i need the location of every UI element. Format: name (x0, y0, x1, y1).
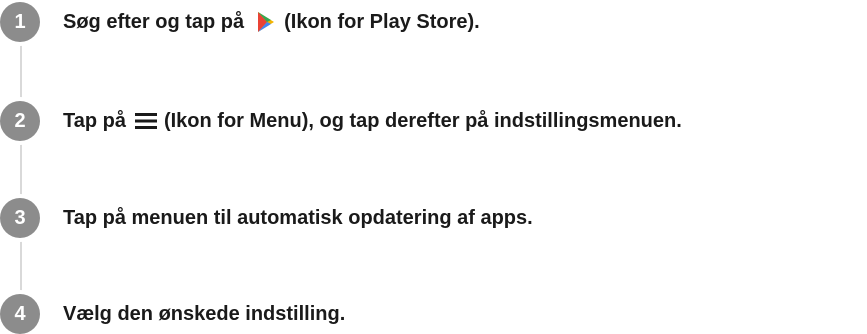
play-store-icon (253, 10, 277, 34)
step-4-text: Vælg den ønskede indstilling. (63, 302, 346, 325)
step-1-text-before-icon: Søg efter og tap på (63, 10, 245, 33)
step-1-text-after-icon: (Ikon for Play Store). (284, 10, 480, 33)
step-3-text: Tap på menuen til automatisk opdatering … (63, 206, 533, 229)
step-number-badge: 4 (0, 294, 40, 334)
step-3: 3 Tap på menuen til automatisk opdaterin… (0, 198, 533, 238)
step-1-text: Søg efter og tap på (Ikon for Play Store… (63, 10, 480, 34)
step-1: 1 Søg efter og tap på (Ikon for Play Sto… (0, 2, 480, 42)
step-2-text: Tap på (Ikon for Menu), og tap derefter … (63, 110, 682, 133)
step-number-badge: 1 (0, 2, 40, 42)
step-list: 1 Søg efter og tap på (Ikon for Play Sto… (0, 0, 867, 334)
step-2: 2 Tap på (Ikon for Menu), og tap derefte… (0, 101, 682, 141)
step-number-badge: 3 (0, 198, 40, 238)
step-number-badge: 2 (0, 101, 40, 141)
step-4: 4 Vælg den ønskede indstilling. (0, 294, 345, 334)
step-2-text-before-icon: Tap på (63, 109, 126, 132)
step-connector-line (20, 30, 22, 292)
step-2-text-after-icon: (Ikon for Menu), og tap derefter på inds… (163, 109, 682, 132)
menu-icon (134, 112, 157, 130)
